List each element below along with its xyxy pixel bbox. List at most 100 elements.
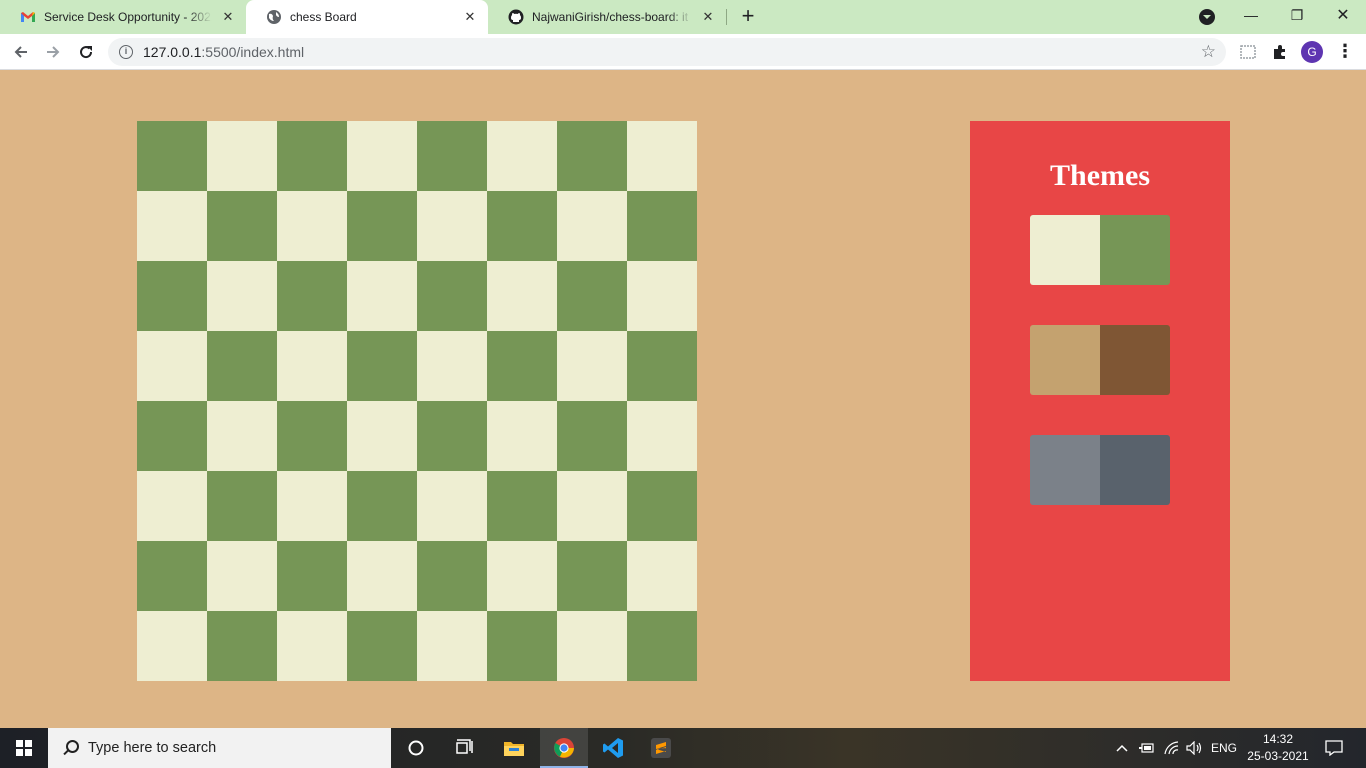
board-square-dark[interactable] — [627, 471, 697, 541]
close-tab-icon[interactable]: ✕ — [460, 7, 480, 27]
minimize-button[interactable]: — — [1228, 0, 1274, 30]
wifi-icon[interactable] — [1162, 728, 1182, 768]
tab-chess-board[interactable]: chess Board ✕ — [246, 0, 488, 34]
site-info-icon[interactable]: i — [119, 45, 133, 59]
sublime-text-icon[interactable] — [637, 728, 685, 768]
show-hidden-icons-icon[interactable] — [1114, 728, 1130, 768]
board-square-light[interactable] — [487, 261, 557, 331]
task-view-icon[interactable] — [440, 728, 488, 768]
address-bar[interactable]: i 127.0.0.1:5500/index.html ☆ — [108, 38, 1226, 66]
board-square-dark[interactable] — [277, 121, 347, 191]
tab-search-icon[interactable] — [1199, 9, 1215, 25]
board-square-dark[interactable] — [277, 401, 347, 471]
url-text[interactable]: 127.0.0.1:5500/index.html — [143, 44, 304, 60]
reload-button[interactable] — [72, 38, 100, 66]
board-square-dark[interactable] — [557, 401, 627, 471]
board-square-dark[interactable] — [557, 261, 627, 331]
board-square-light[interactable] — [557, 471, 627, 541]
start-button[interactable] — [0, 728, 48, 768]
more-menu-icon[interactable]: ⋮ — [1336, 42, 1354, 62]
board-square-dark[interactable] — [557, 541, 627, 611]
chrome-icon[interactable] — [540, 728, 588, 768]
tab-github[interactable]: NajwaniGirish/chess-board: it is s ✕ — [488, 0, 726, 34]
theme-gray-button[interactable] — [1030, 435, 1170, 505]
tab-gmail[interactable]: Service Desk Opportunity - 2021 ✕ — [0, 0, 246, 34]
board-square-dark[interactable] — [627, 191, 697, 261]
back-button[interactable] — [7, 38, 35, 66]
board-square-dark[interactable] — [207, 471, 277, 541]
board-square-light[interactable] — [417, 191, 487, 261]
board-square-light[interactable] — [207, 541, 277, 611]
theme-green-button[interactable] — [1030, 215, 1170, 285]
close-window-button[interactable]: ✕ — [1320, 0, 1366, 30]
board-square-light[interactable] — [347, 401, 417, 471]
board-square-light[interactable] — [627, 541, 697, 611]
board-square-dark[interactable] — [417, 261, 487, 331]
profile-avatar[interactable]: G — [1301, 41, 1323, 63]
board-square-dark[interactable] — [417, 401, 487, 471]
close-tab-icon[interactable]: ✕ — [698, 7, 718, 27]
board-square-light[interactable] — [277, 611, 347, 681]
cortana-icon[interactable] — [392, 728, 440, 768]
board-square-dark[interactable] — [487, 471, 557, 541]
board-square-dark[interactable] — [627, 611, 697, 681]
board-square-dark[interactable] — [487, 611, 557, 681]
language-indicator[interactable]: ENG — [1208, 728, 1240, 768]
board-square-dark[interactable] — [487, 191, 557, 261]
taskbar-clock[interactable]: 14:32 25-03-2021 — [1246, 731, 1310, 765]
taskbar-search-box[interactable]: Type here to search — [48, 728, 391, 768]
board-square-light[interactable] — [277, 191, 347, 261]
new-tab-button[interactable]: + — [736, 5, 760, 29]
board-square-light[interactable] — [487, 401, 557, 471]
bookmark-star-icon[interactable]: ☆ — [1201, 42, 1216, 62]
board-square-dark[interactable] — [487, 331, 557, 401]
board-square-dark[interactable] — [277, 541, 347, 611]
board-square-light[interactable] — [417, 471, 487, 541]
board-square-dark[interactable] — [347, 611, 417, 681]
board-square-light[interactable] — [627, 121, 697, 191]
extensions-puzzle-icon[interactable] — [1270, 42, 1290, 62]
board-square-light[interactable] — [207, 261, 277, 331]
board-square-light[interactable] — [347, 541, 417, 611]
board-square-dark[interactable] — [137, 401, 207, 471]
vscode-icon[interactable] — [589, 728, 637, 768]
board-square-dark[interactable] — [137, 261, 207, 331]
board-square-dark[interactable] — [627, 331, 697, 401]
board-square-dark[interactable] — [347, 191, 417, 261]
board-square-light[interactable] — [347, 261, 417, 331]
board-square-light[interactable] — [557, 611, 627, 681]
board-square-dark[interactable] — [557, 121, 627, 191]
board-square-dark[interactable] — [207, 191, 277, 261]
forward-button[interactable] — [39, 38, 67, 66]
battery-icon[interactable] — [1138, 728, 1156, 768]
board-square-light[interactable] — [487, 121, 557, 191]
board-square-light[interactable] — [137, 331, 207, 401]
notifications-icon[interactable] — [1322, 728, 1346, 768]
volume-icon[interactable] — [1185, 728, 1205, 768]
board-square-light[interactable] — [137, 191, 207, 261]
board-square-light[interactable] — [557, 331, 627, 401]
restore-button[interactable]: ❐ — [1274, 0, 1320, 30]
board-square-dark[interactable] — [137, 541, 207, 611]
board-square-dark[interactable] — [347, 471, 417, 541]
board-square-light[interactable] — [487, 541, 557, 611]
board-square-light[interactable] — [137, 471, 207, 541]
board-square-light[interactable] — [417, 331, 487, 401]
board-square-light[interactable] — [137, 611, 207, 681]
board-square-light[interactable] — [417, 611, 487, 681]
board-square-dark[interactable] — [417, 541, 487, 611]
board-square-light[interactable] — [627, 401, 697, 471]
board-square-dark[interactable] — [137, 121, 207, 191]
board-square-dark[interactable] — [207, 331, 277, 401]
board-square-dark[interactable] — [207, 611, 277, 681]
board-square-light[interactable] — [277, 331, 347, 401]
board-square-light[interactable] — [277, 471, 347, 541]
board-square-dark[interactable] — [347, 331, 417, 401]
board-square-dark[interactable] — [277, 261, 347, 331]
close-tab-icon[interactable]: ✕ — [218, 7, 238, 27]
board-square-light[interactable] — [207, 121, 277, 191]
media-icon[interactable] — [1238, 42, 1258, 62]
board-square-light[interactable] — [347, 121, 417, 191]
theme-brown-button[interactable] — [1030, 325, 1170, 395]
board-square-light[interactable] — [627, 261, 697, 331]
